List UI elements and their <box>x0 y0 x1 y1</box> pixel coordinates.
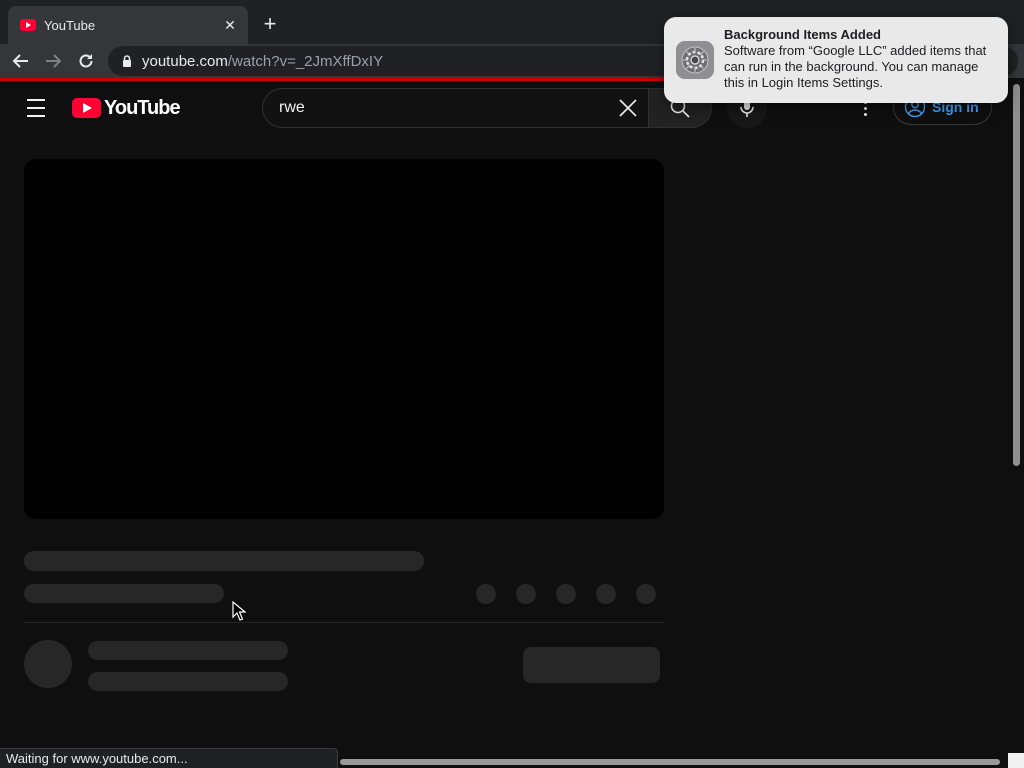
horizontal-scrollbar[interactable] <box>340 759 1000 765</box>
background-items-notification[interactable]: Background Items Added Software from “Go… <box>664 17 1008 103</box>
skeleton-video-subtitle <box>24 584 224 603</box>
gear-icon <box>681 46 709 74</box>
tab-title: YouTube <box>44 17 96 33</box>
close-icon <box>619 99 637 117</box>
video-player[interactable] <box>24 159 664 519</box>
skeleton-action-dot <box>596 584 616 604</box>
clear-search-button[interactable] <box>608 88 648 128</box>
skeleton-channel-name <box>88 641 288 660</box>
reload-button[interactable] <box>73 48 99 74</box>
guide-menu-button[interactable] <box>24 97 48 119</box>
dot <box>863 106 867 110</box>
forward-button[interactable] <box>40 48 66 74</box>
status-bubble: Waiting for www.youtube.com... <box>0 748 338 768</box>
arrow-left-icon <box>12 54 28 68</box>
menu-line <box>27 107 45 109</box>
notification-title: Background Items Added <box>724 27 881 42</box>
url-host: youtube.com <box>142 52 228 70</box>
menu-line <box>27 99 45 101</box>
lock-icon <box>123 55 131 67</box>
skeleton-video-title <box>24 551 424 571</box>
notification-body: Software from “Google LLC” added items t… <box>724 43 987 90</box>
vertical-scrollbar[interactable] <box>1013 84 1020 466</box>
menu-line <box>27 115 45 117</box>
divider <box>24 622 664 623</box>
skeleton-channel-avatar <box>24 640 72 688</box>
skeleton-action-dot <box>636 584 656 604</box>
mouse-cursor-icon <box>232 601 246 621</box>
skeleton-subscribe-button <box>523 647 660 683</box>
tab-close-icon[interactable]: ✕ <box>222 17 238 33</box>
skeleton-action-dot <box>476 584 496 604</box>
youtube-favicon-icon <box>20 19 36 31</box>
url-path: /watch?v=_2JmXffDxIY <box>227 52 384 70</box>
youtube-logo[interactable]: YouTube <box>72 96 181 119</box>
skeleton-channel-meta <box>88 672 288 691</box>
reload-icon <box>79 54 93 68</box>
system-settings-gear-icon <box>676 41 714 79</box>
dot <box>863 112 867 116</box>
skeleton-action-dot <box>516 584 536 604</box>
arrow-right-icon <box>46 54 62 68</box>
browser-tab-youtube[interactable]: YouTube ✕ <box>8 6 248 44</box>
back-button[interactable] <box>8 48 34 74</box>
youtube-play-logo-icon <box>72 98 101 118</box>
skeleton-action-dot <box>556 584 576 604</box>
scrollbar-corner <box>1008 753 1024 768</box>
search-query: rwe <box>279 99 305 116</box>
search-input[interactable]: rwe <box>262 88 648 128</box>
new-tab-button[interactable]: + <box>258 12 282 36</box>
youtube-logo-text: YouTube <box>104 96 181 119</box>
